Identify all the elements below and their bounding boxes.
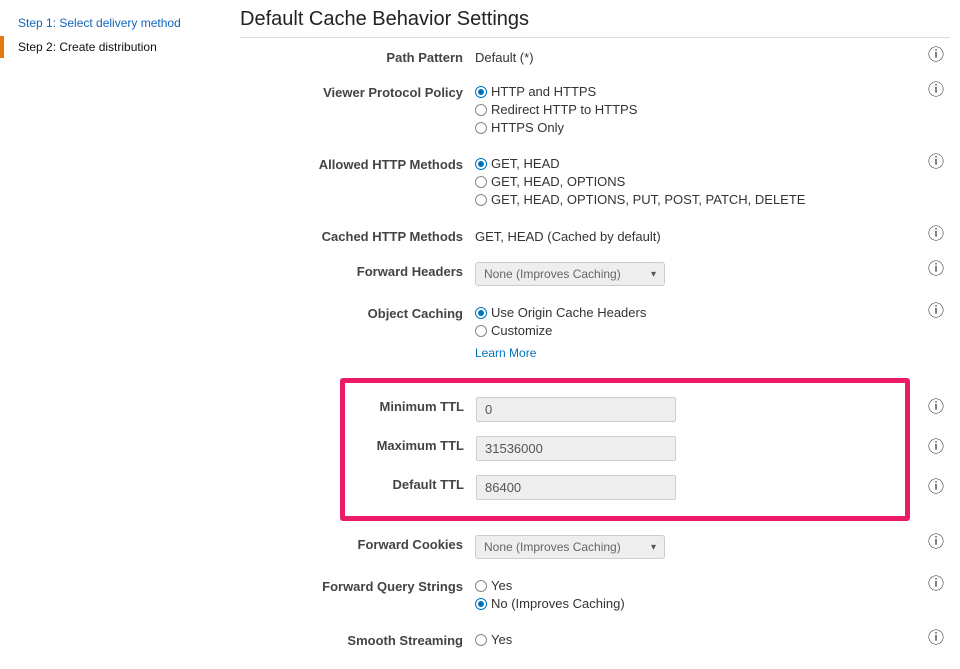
info-icon[interactable]: ⓘ — [928, 480, 944, 496]
allowed-methods-label: Allowed HTTP Methods — [240, 155, 475, 172]
min-ttl-label: Minimum TTL — [345, 397, 476, 414]
radio-label: Yes — [491, 577, 512, 595]
radio-label: GET, HEAD — [491, 155, 560, 173]
radio-label: Redirect HTTP to HTTPS — [491, 101, 637, 119]
min-ttl-input[interactable] — [476, 397, 676, 422]
object-caching-option-customize[interactable]: Customize — [475, 322, 910, 340]
radio-icon — [475, 194, 487, 206]
smooth-streaming-label: Smooth Streaming — [240, 631, 475, 648]
radio-label: Customize — [491, 322, 552, 340]
radio-icon — [475, 158, 487, 170]
dropdown-value: None (Improves Caching) — [484, 267, 621, 281]
forward-query-option-yes[interactable]: Yes — [475, 577, 910, 595]
radio-icon — [475, 104, 487, 116]
viewer-protocol-option-http-https[interactable]: HTTP and HTTPS — [475, 83, 910, 101]
ttl-highlight-box: Minimum TTL Maximum TTL Default TTL — [340, 378, 910, 521]
default-ttl-label: Default TTL — [345, 475, 476, 492]
forward-headers-dropdown[interactable]: None (Improves Caching) ▾ — [475, 262, 665, 286]
forward-cookies-dropdown[interactable]: None (Improves Caching) ▾ — [475, 535, 665, 559]
info-icon[interactable]: ⓘ — [928, 631, 944, 647]
info-icon[interactable]: ⓘ — [928, 262, 944, 278]
step-create-distribution[interactable]: Step 2: Create distribution — [0, 36, 220, 58]
radio-label: HTTPS Only — [491, 119, 564, 137]
object-caching-option-origin[interactable]: Use Origin Cache Headers — [475, 304, 910, 322]
max-ttl-label: Maximum TTL — [345, 436, 476, 453]
allowed-methods-option-get-head-options[interactable]: GET, HEAD, OPTIONS — [475, 173, 910, 191]
info-icon[interactable]: ⓘ — [928, 155, 944, 171]
forward-query-option-no[interactable]: No (Improves Caching) — [475, 595, 910, 613]
path-pattern-label: Path Pattern — [240, 48, 475, 65]
radio-icon — [475, 580, 487, 592]
viewer-protocol-label: Viewer Protocol Policy — [240, 83, 475, 100]
step-select-delivery-method[interactable]: Step 1: Select delivery method — [0, 12, 220, 34]
allowed-methods-option-get-head[interactable]: GET, HEAD — [475, 155, 910, 173]
wizard-sidebar: Step 1: Select delivery method Step 2: C… — [0, 8, 220, 669]
radio-label: Yes — [491, 631, 512, 649]
radio-icon — [475, 86, 487, 98]
radio-icon — [475, 598, 487, 610]
radio-label: HTTP and HTTPS — [491, 83, 596, 101]
dropdown-value: None (Improves Caching) — [484, 540, 621, 554]
info-icon[interactable]: ⓘ — [928, 83, 944, 99]
radio-label: GET, HEAD, OPTIONS, PUT, POST, PATCH, DE… — [491, 191, 805, 209]
info-icon[interactable]: ⓘ — [928, 400, 944, 416]
learn-more-link[interactable]: Learn More — [475, 346, 536, 360]
info-icon[interactable]: ⓘ — [928, 577, 944, 593]
path-pattern-value: Default (*) — [475, 48, 910, 65]
viewer-protocol-option-https-only[interactable]: HTTPS Only — [475, 119, 910, 137]
object-caching-label: Object Caching — [240, 304, 475, 321]
radio-label: No (Improves Caching) — [491, 595, 625, 613]
forward-cookies-label: Forward Cookies — [240, 535, 475, 552]
allowed-methods-option-all[interactable]: GET, HEAD, OPTIONS, PUT, POST, PATCH, DE… — [475, 191, 910, 209]
smooth-streaming-option-yes[interactable]: Yes — [475, 631, 910, 649]
main-panel: Default Cache Behavior Settings Path Pat… — [220, 8, 960, 669]
default-ttl-input[interactable] — [476, 475, 676, 500]
radio-icon — [475, 634, 487, 646]
radio-icon — [475, 325, 487, 337]
forward-query-label: Forward Query Strings — [240, 577, 475, 594]
cached-methods-label: Cached HTTP Methods — [240, 227, 475, 244]
forward-headers-label: Forward Headers — [240, 262, 475, 279]
info-icon[interactable]: ⓘ — [928, 304, 944, 320]
radio-label: GET, HEAD, OPTIONS — [491, 173, 625, 191]
radio-icon — [475, 307, 487, 319]
section-title: Default Cache Behavior Settings — [240, 8, 950, 38]
info-icon[interactable]: ⓘ — [928, 535, 944, 551]
max-ttl-input[interactable] — [476, 436, 676, 461]
radio-label: Use Origin Cache Headers — [491, 304, 646, 322]
radio-icon — [475, 122, 487, 134]
chevron-down-icon: ▾ — [651, 542, 656, 553]
viewer-protocol-option-redirect[interactable]: Redirect HTTP to HTTPS — [475, 101, 910, 119]
info-icon[interactable]: ⓘ — [928, 440, 944, 456]
chevron-down-icon: ▾ — [651, 269, 656, 280]
cached-methods-value: GET, HEAD (Cached by default) — [475, 227, 910, 244]
radio-icon — [475, 176, 487, 188]
info-icon[interactable]: ⓘ — [928, 48, 944, 64]
info-icon[interactable]: ⓘ — [928, 227, 944, 243]
